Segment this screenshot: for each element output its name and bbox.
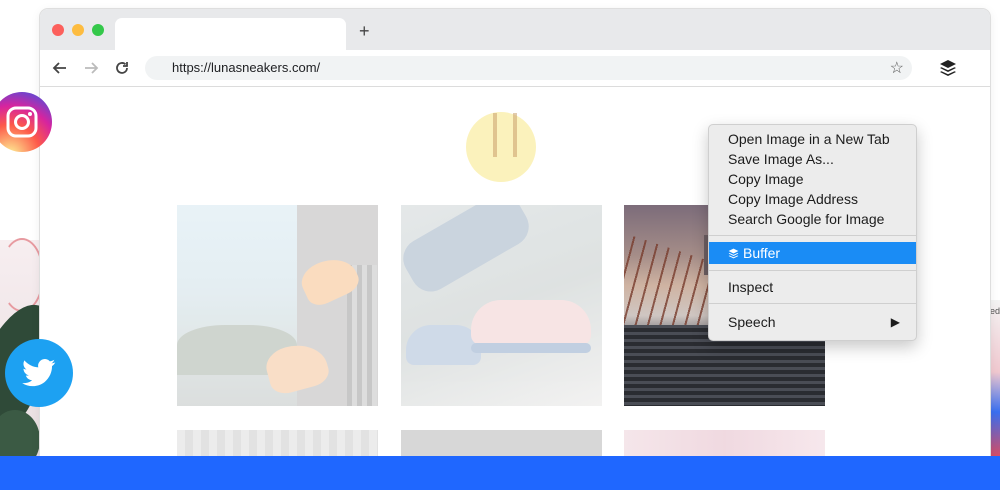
buffer-layers-icon[interactable] [936,56,960,80]
menu-item-search-google-for-image[interactable]: Search Google for Image [709,209,916,229]
url-text[interactable]: https://lunasneakers.com/ [172,60,320,75]
submenu-arrow-icon: ▶ [890,315,900,329]
product-photo[interactable] [401,205,602,406]
reload-icon[interactable] [111,57,133,79]
buffer-icon [728,248,739,259]
close-window-button[interactable] [52,24,64,36]
active-tab[interactable] [115,18,346,50]
minimize-window-button[interactable] [72,24,84,36]
menu-item-copy-image[interactable]: Copy Image [709,169,916,189]
menu-item-speech-label: Speech [728,314,776,330]
menu-separator [709,270,916,271]
maximize-window-button[interactable] [92,24,104,36]
menu-item-inspect[interactable]: Inspect [709,277,916,297]
menu-separator [709,303,916,304]
menu-item-save-image-as[interactable]: Save Image As... [709,149,916,169]
bottom-accent-bar [0,456,1000,490]
menu-item-buffer-label: Buffer [743,245,781,261]
menu-item-copy-image-address[interactable]: Copy Image Address [709,189,916,209]
forward-icon[interactable] [80,57,102,79]
context-menu: Open Image in a New Tab Save Image As...… [708,124,917,341]
new-tab-button[interactable]: + [359,21,370,41]
backdrop-squiggle [0,238,44,312]
back-icon[interactable] [49,57,71,79]
browser-toolbar: https://lunasneakers.com/ ☆ [40,50,990,87]
twitter-icon [5,339,73,407]
menu-item-open-image-new-tab[interactable]: Open Image in a New Tab [709,129,916,149]
product-photo[interactable] [177,205,378,406]
menu-item-speech[interactable]: Speech ▶ [709,312,916,332]
tab-bar: + [40,9,990,50]
address-bar[interactable]: https://lunasneakers.com/ ☆ [145,56,912,80]
menu-separator [709,235,916,236]
menu-item-buffer[interactable]: Buffer [709,242,916,264]
site-logo-graphic [493,113,517,157]
star-outline-icon[interactable]: ☆ [890,58,904,78]
